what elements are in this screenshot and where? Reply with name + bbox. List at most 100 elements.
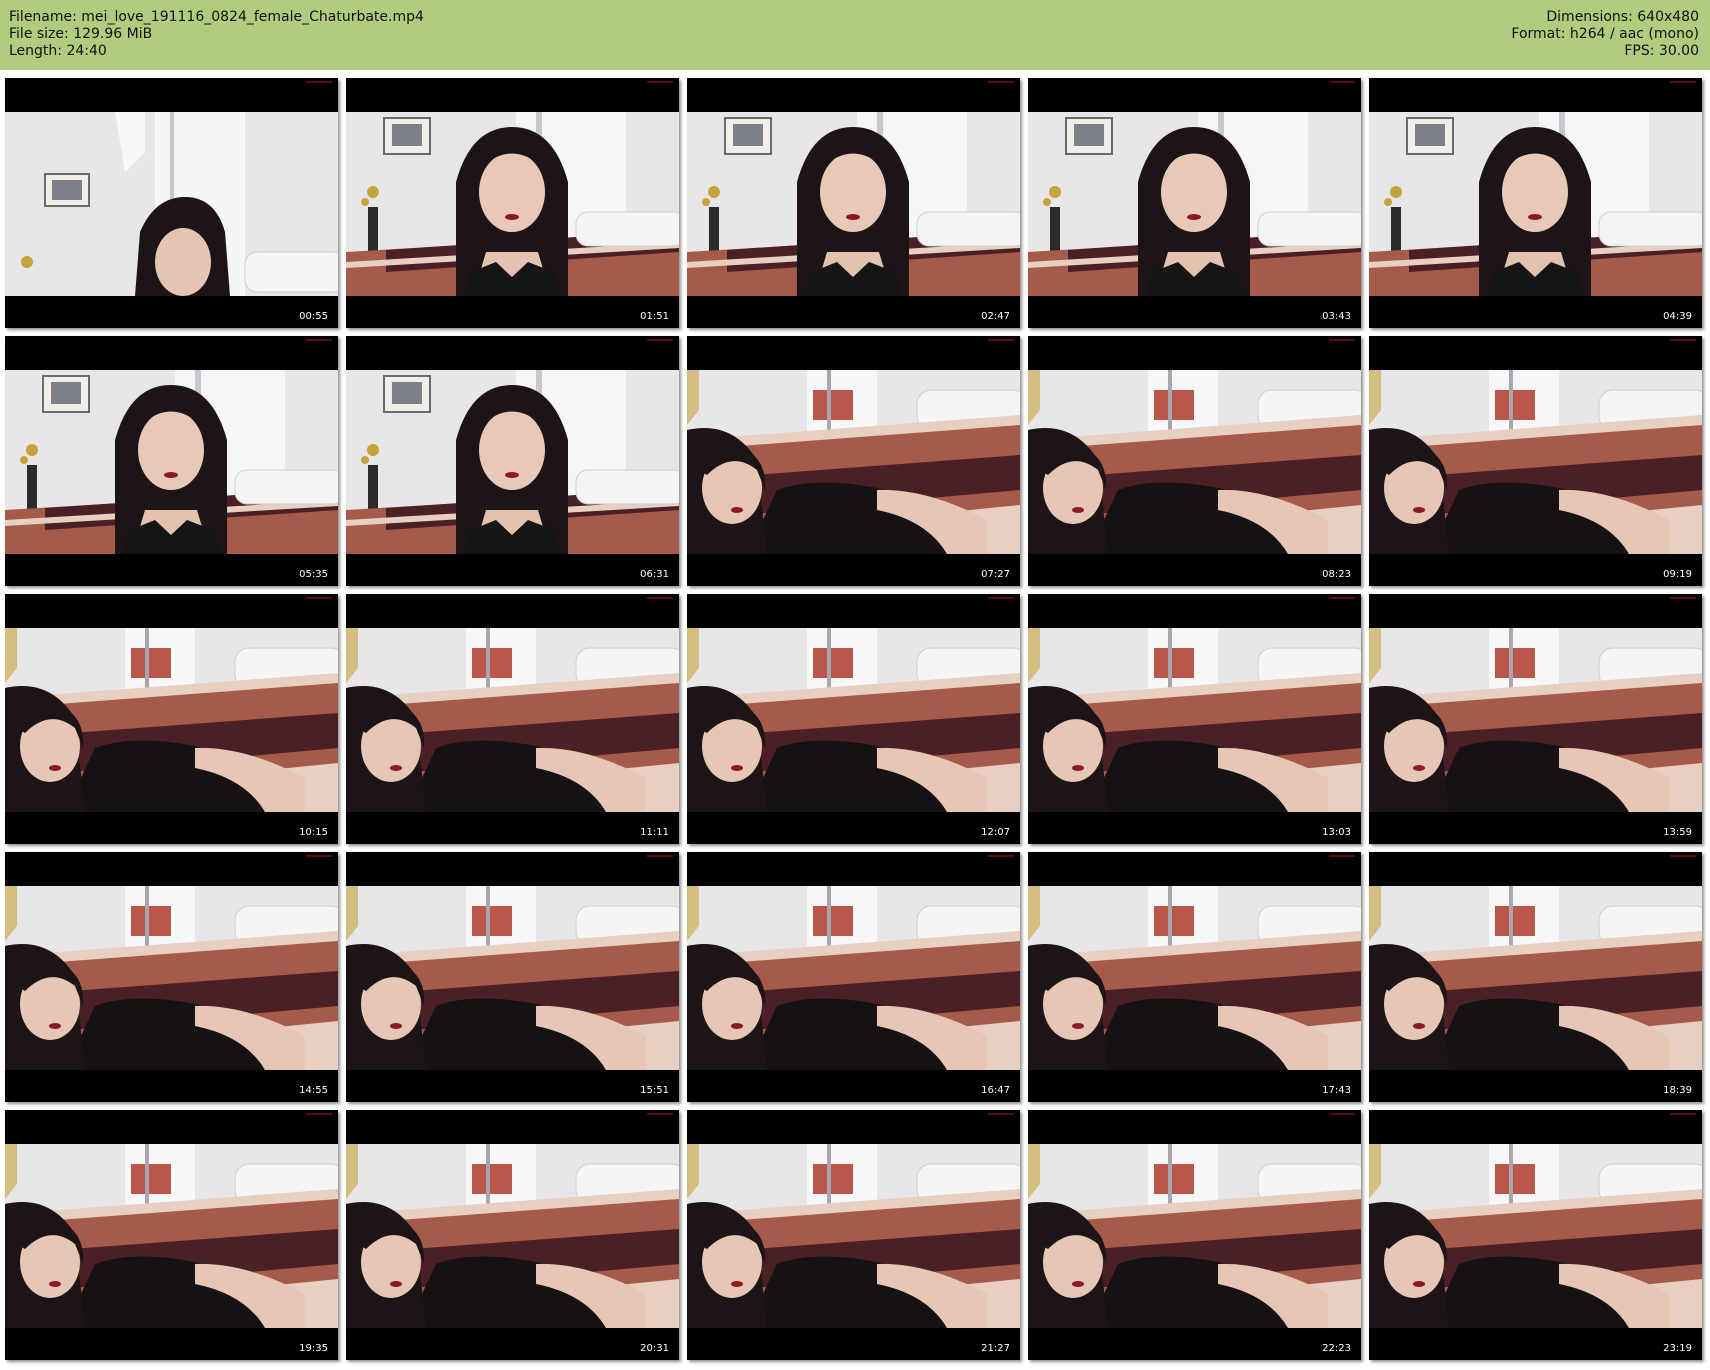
video-frame: [5, 112, 338, 296]
video-frame: [1369, 1144, 1702, 1328]
video-thumbnail: 23:19: [1369, 1110, 1702, 1360]
watermark-mark: [1329, 1113, 1355, 1115]
filename-text: Filename: mei_love_191116_0824_female_Ch…: [9, 9, 424, 25]
video-frame-art: [1028, 370, 1361, 554]
watermark-mark: [1670, 855, 1696, 857]
timestamp-label: 21:27: [981, 1343, 1010, 1354]
video-frame-art: [1028, 1144, 1361, 1328]
video-thumbnail: 10:15: [5, 594, 338, 844]
video-thumbnail: 13:03: [1028, 594, 1361, 844]
length-text: Length: 24:40: [9, 43, 107, 59]
video-thumbnail: 13:59: [1369, 594, 1702, 844]
watermark-mark: [306, 81, 332, 83]
watermark-mark: [306, 597, 332, 599]
video-thumbnail: 03:43: [1028, 78, 1361, 328]
video-frame: [687, 370, 1020, 554]
video-thumbnail: 18:39: [1369, 852, 1702, 1102]
video-thumbnail: 04:39: [1369, 78, 1702, 328]
video-frame: [1028, 1144, 1361, 1328]
video-frame: [1028, 628, 1361, 812]
timestamp-label: 04:39: [1663, 311, 1692, 322]
video-frame-art: [346, 370, 679, 554]
video-frame-art: [346, 1144, 679, 1328]
timestamp-label: 03:43: [1322, 311, 1351, 322]
video-frame-art: [1028, 628, 1361, 812]
watermark-mark: [647, 855, 673, 857]
timestamp-label: 20:31: [640, 1343, 669, 1354]
video-frame: [5, 1144, 338, 1328]
video-thumbnail: 17:43: [1028, 852, 1361, 1102]
watermark-mark: [988, 597, 1014, 599]
video-frame-art: [5, 886, 338, 1070]
timestamp-label: 23:19: [1663, 1343, 1692, 1354]
video-frame-art: [346, 628, 679, 812]
video-frame: [346, 370, 679, 554]
video-thumbnail: 16:47: [687, 852, 1020, 1102]
timestamp-label: 18:39: [1663, 1085, 1692, 1096]
video-frame-art: [1369, 370, 1702, 554]
video-frame: [1028, 886, 1361, 1070]
video-frame-art: [5, 628, 338, 812]
fps-text: FPS: 30.00: [1624, 43, 1699, 59]
watermark-mark: [1670, 597, 1696, 599]
video-frame-art: [1369, 1144, 1702, 1328]
video-frame-art: [687, 886, 1020, 1070]
filesize-text: File size: 129.96 MiB: [9, 26, 153, 42]
timestamp-label: 10:15: [299, 827, 328, 838]
video-frame: [687, 1144, 1020, 1328]
timestamp-label: 09:19: [1663, 569, 1692, 580]
watermark-mark: [647, 339, 673, 341]
video-frame: [1028, 370, 1361, 554]
timestamp-label: 13:03: [1322, 827, 1351, 838]
video-frame: [1369, 370, 1702, 554]
video-frame-art: [5, 1144, 338, 1328]
timestamp-label: 15:51: [640, 1085, 669, 1096]
video-thumbnail: 00:55: [5, 78, 338, 328]
watermark-mark: [306, 1113, 332, 1115]
timestamp-label: 16:47: [981, 1085, 1010, 1096]
video-thumbnail: 11:11: [346, 594, 679, 844]
video-frame: [5, 370, 338, 554]
video-thumbnail: 14:55: [5, 852, 338, 1102]
timestamp-label: 19:35: [299, 1343, 328, 1354]
thumbnail-grid: 00:55 01:51 02:47 03:43 04:39 05:35 06:3…: [0, 78, 1710, 1370]
video-thumbnail: 15:51: [346, 852, 679, 1102]
video-frame: [687, 886, 1020, 1070]
video-frame: [1369, 628, 1702, 812]
video-frame-art: [346, 112, 679, 296]
video-frame-art: [687, 112, 1020, 296]
video-frame-art: [687, 1144, 1020, 1328]
video-frame-art: [1369, 112, 1702, 296]
video-frame: [1369, 112, 1702, 296]
video-frame: [346, 1144, 679, 1328]
video-frame: [5, 628, 338, 812]
video-thumbnail: 02:47: [687, 78, 1020, 328]
timestamp-label: 11:11: [640, 827, 669, 838]
watermark-mark: [988, 81, 1014, 83]
stream-info: Dimensions: 640x480 Format: h264 / aac (…: [1511, 9, 1699, 60]
watermark-mark: [306, 339, 332, 341]
video-thumbnail: 22:23: [1028, 1110, 1361, 1360]
timestamp-label: 02:47: [981, 311, 1010, 322]
video-frame: [687, 628, 1020, 812]
watermark-mark: [647, 597, 673, 599]
video-frame: [5, 886, 338, 1070]
video-frame: [1028, 112, 1361, 296]
video-frame-art: [1369, 628, 1702, 812]
video-thumbnail: 01:51: [346, 78, 679, 328]
video-frame-art: [1028, 886, 1361, 1070]
watermark-mark: [1670, 81, 1696, 83]
timestamp-label: 08:23: [1322, 569, 1351, 580]
video-thumbnail: 06:31: [346, 336, 679, 586]
watermark-mark: [1329, 339, 1355, 341]
timestamp-label: 17:43: [1322, 1085, 1351, 1096]
video-thumbnail: 19:35: [5, 1110, 338, 1360]
video-frame-art: [5, 370, 338, 554]
video-frame-art: [1369, 886, 1702, 1070]
timestamp-label: 07:27: [981, 569, 1010, 580]
watermark-mark: [647, 81, 673, 83]
video-thumbnail: 21:27: [687, 1110, 1020, 1360]
timestamp-label: 06:31: [640, 569, 669, 580]
watermark-mark: [1329, 855, 1355, 857]
timestamp-label: 05:35: [299, 569, 328, 580]
